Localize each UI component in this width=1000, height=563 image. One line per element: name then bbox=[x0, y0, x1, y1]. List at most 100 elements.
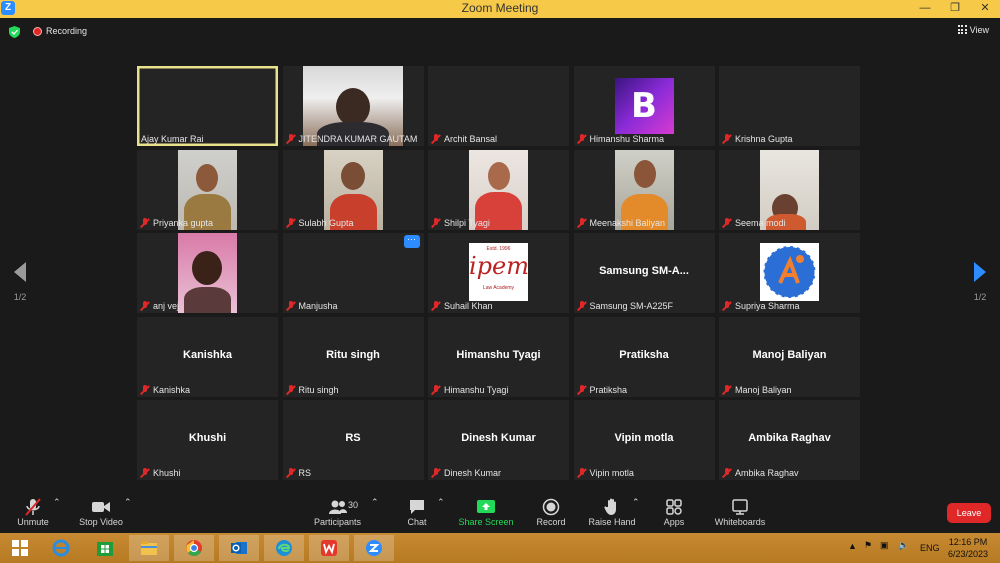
chat-options-caret[interactable]: ⌃ bbox=[437, 497, 445, 508]
participant-name: anj vej bbox=[141, 301, 179, 311]
participant-tile[interactable]: Archit Bansal bbox=[428, 66, 569, 146]
participants-options-caret[interactable]: ⌃ bbox=[371, 497, 379, 508]
office-icon bbox=[321, 540, 337, 556]
mic-muted-icon bbox=[287, 134, 295, 144]
participant-display-name: Manoj Baliyan bbox=[752, 348, 827, 361]
view-label: View bbox=[969, 25, 989, 35]
whiteboards-button[interactable]: Whiteboards bbox=[713, 497, 767, 527]
mic-muted-icon bbox=[287, 468, 295, 478]
unmute-button[interactable]: Unmute bbox=[12, 497, 54, 527]
mic-muted-icon bbox=[141, 468, 149, 478]
video-options-caret[interactable]: ⌃ bbox=[124, 497, 132, 508]
taskbar-app[interactable] bbox=[219, 535, 259, 561]
encryption-shield-icon[interactable] bbox=[9, 26, 20, 38]
participant-tile[interactable]: Kanishka Kanishka bbox=[137, 316, 278, 397]
taskbar-app[interactable] bbox=[129, 535, 169, 561]
participant-display-name: Dinesh Kumar bbox=[461, 432, 536, 444]
record-label: Record bbox=[536, 517, 566, 527]
participant-tile[interactable]: Ritu singh Ritu singh bbox=[282, 316, 424, 397]
more-options-button[interactable]: ··· bbox=[403, 235, 420, 248]
participant-tile[interactable]: Krishna Gupta bbox=[719, 66, 860, 146]
chrome-icon bbox=[186, 540, 202, 556]
apps-label: Apps bbox=[663, 517, 685, 527]
participant-tile[interactable]: Estd. 1996 ipem Law Academy Suhail Khan bbox=[428, 233, 569, 313]
participant-name: Ajay Kumar Rai bbox=[141, 134, 204, 144]
participant-tile[interactable]: RS RS bbox=[282, 400, 424, 480]
taskbar-app[interactable] bbox=[174, 535, 214, 561]
close-window-button[interactable]: ✕ bbox=[970, 0, 1000, 18]
taskbar-app[interactable] bbox=[85, 535, 125, 561]
apps-icon bbox=[661, 497, 687, 517]
share-screen-label: Share Screen bbox=[458, 517, 514, 527]
restore-button[interactable]: ❐ bbox=[940, 0, 970, 18]
raise-hand-button[interactable]: Raise Hand bbox=[588, 497, 636, 527]
audio-options-caret[interactable]: ⌃ bbox=[53, 497, 61, 508]
participant-tile[interactable]: Shilpi Tyagi bbox=[428, 149, 569, 230]
taskbar-app[interactable] bbox=[354, 535, 394, 561]
record-button[interactable]: Record bbox=[533, 497, 569, 527]
mic-muted-icon bbox=[578, 134, 586, 144]
minimize-button[interactable]: — bbox=[910, 0, 940, 18]
windows-taskbar: ▲ ⚑ ▣ 🔈 ENG 12:16 PM 6/23/2023 bbox=[0, 533, 1000, 563]
network-icon[interactable]: ▣ bbox=[880, 540, 889, 551]
recording-label[interactable]: Recording bbox=[46, 26, 87, 36]
participant-name: RS bbox=[287, 468, 311, 478]
whiteboard-icon bbox=[713, 497, 767, 517]
participant-tile[interactable]: Vipin motla Vipin motla bbox=[573, 400, 715, 480]
mic-muted-icon bbox=[578, 301, 586, 311]
edge-icon bbox=[276, 540, 292, 556]
participant-tile[interactable]: Pratiksha Pratiksha bbox=[573, 316, 715, 397]
windows-start-button[interactable] bbox=[0, 535, 40, 561]
stop-video-button[interactable]: Stop Video bbox=[76, 497, 126, 527]
participant-tile[interactable]: Supriya Sharma bbox=[719, 233, 860, 313]
participants-button[interactable]: 30 Participants bbox=[310, 497, 365, 527]
taskbar-clock[interactable]: 12:16 PM 6/23/2023 bbox=[948, 536, 988, 560]
participant-tile[interactable]: JITENDRA KUMAR GAUTAM bbox=[282, 66, 424, 146]
participant-tile[interactable]: Meenakshi Baliyan bbox=[573, 149, 715, 230]
mic-muted-icon bbox=[432, 217, 440, 228]
participant-tile[interactable]: Manoj Baliyan Manoj Baliyan bbox=[719, 316, 860, 397]
participant-name: Shilpi Tyagi bbox=[432, 217, 490, 228]
participant-tile[interactable]: Samsung SM-A... Samsung SM-A225F bbox=[573, 233, 715, 313]
participants-icon: 30 bbox=[310, 497, 365, 517]
participant-display-name: RS bbox=[345, 432, 361, 444]
participant-tile[interactable]: Ambika Raghav Ambika Raghav bbox=[719, 400, 860, 480]
taskbar-app[interactable] bbox=[309, 535, 349, 561]
grid-view-icon bbox=[957, 25, 967, 34]
language-indicator[interactable]: ENG bbox=[920, 543, 940, 553]
participant-display-name: Vipin motla bbox=[614, 432, 674, 444]
profile-picture: B bbox=[614, 78, 674, 134]
volume-icon[interactable]: 🔈 bbox=[898, 540, 909, 551]
raise-hand-icon bbox=[588, 497, 636, 517]
store-icon bbox=[97, 542, 113, 556]
taskbar-app[interactable] bbox=[41, 535, 81, 561]
participant-tile[interactable]: B Himanshu Sharma bbox=[573, 66, 715, 146]
participant-tile[interactable]: Himanshu Tyagi Himanshu Tyagi bbox=[428, 316, 569, 397]
previous-page-button[interactable]: 1/2 bbox=[8, 262, 32, 302]
tray-overflow-icon[interactable]: ▲ bbox=[848, 541, 857, 551]
participant-tile[interactable]: anj vej bbox=[137, 233, 278, 313]
mic-muted-icon bbox=[287, 384, 295, 395]
participant-tile[interactable]: Ajay Kumar Rai bbox=[137, 66, 278, 146]
chat-button[interactable]: Chat bbox=[404, 497, 430, 527]
view-button[interactable]: View bbox=[957, 25, 989, 35]
mic-muted-icon bbox=[12, 497, 54, 517]
participant-tile[interactable]: ··· Manjusha bbox=[282, 233, 424, 313]
leave-meeting-button[interactable]: Leave bbox=[947, 503, 991, 523]
apps-button[interactable]: Apps bbox=[661, 497, 687, 527]
next-page-button[interactable]: 1/2 bbox=[968, 262, 992, 302]
participant-tile[interactable]: Sulabh Gupta bbox=[282, 149, 424, 230]
taskbar-app[interactable] bbox=[264, 535, 304, 561]
share-screen-button[interactable]: Share Screen bbox=[458, 497, 514, 527]
participant-tile[interactable]: Seema modi bbox=[719, 149, 860, 230]
participant-name: Meenakshi Baliyan bbox=[578, 217, 665, 228]
profile-picture bbox=[760, 243, 819, 301]
mic-muted-icon bbox=[287, 301, 295, 311]
participant-tile[interactable]: Khushi Khushi bbox=[137, 400, 278, 480]
reactions-options-caret[interactable]: ⌃ bbox=[632, 497, 640, 508]
flag-icon[interactable]: ⚑ bbox=[864, 540, 872, 551]
participant-display-name: Ambika Raghav bbox=[748, 432, 831, 444]
meeting-controls-toolbar: Unmute ⌃ Stop Video ⌃ 30 Participants ⌃ … bbox=[0, 495, 1000, 533]
participant-tile[interactable]: Priyanka gupta bbox=[137, 149, 278, 230]
participant-tile[interactable]: Dinesh Kumar Dinesh Kumar bbox=[428, 400, 569, 480]
